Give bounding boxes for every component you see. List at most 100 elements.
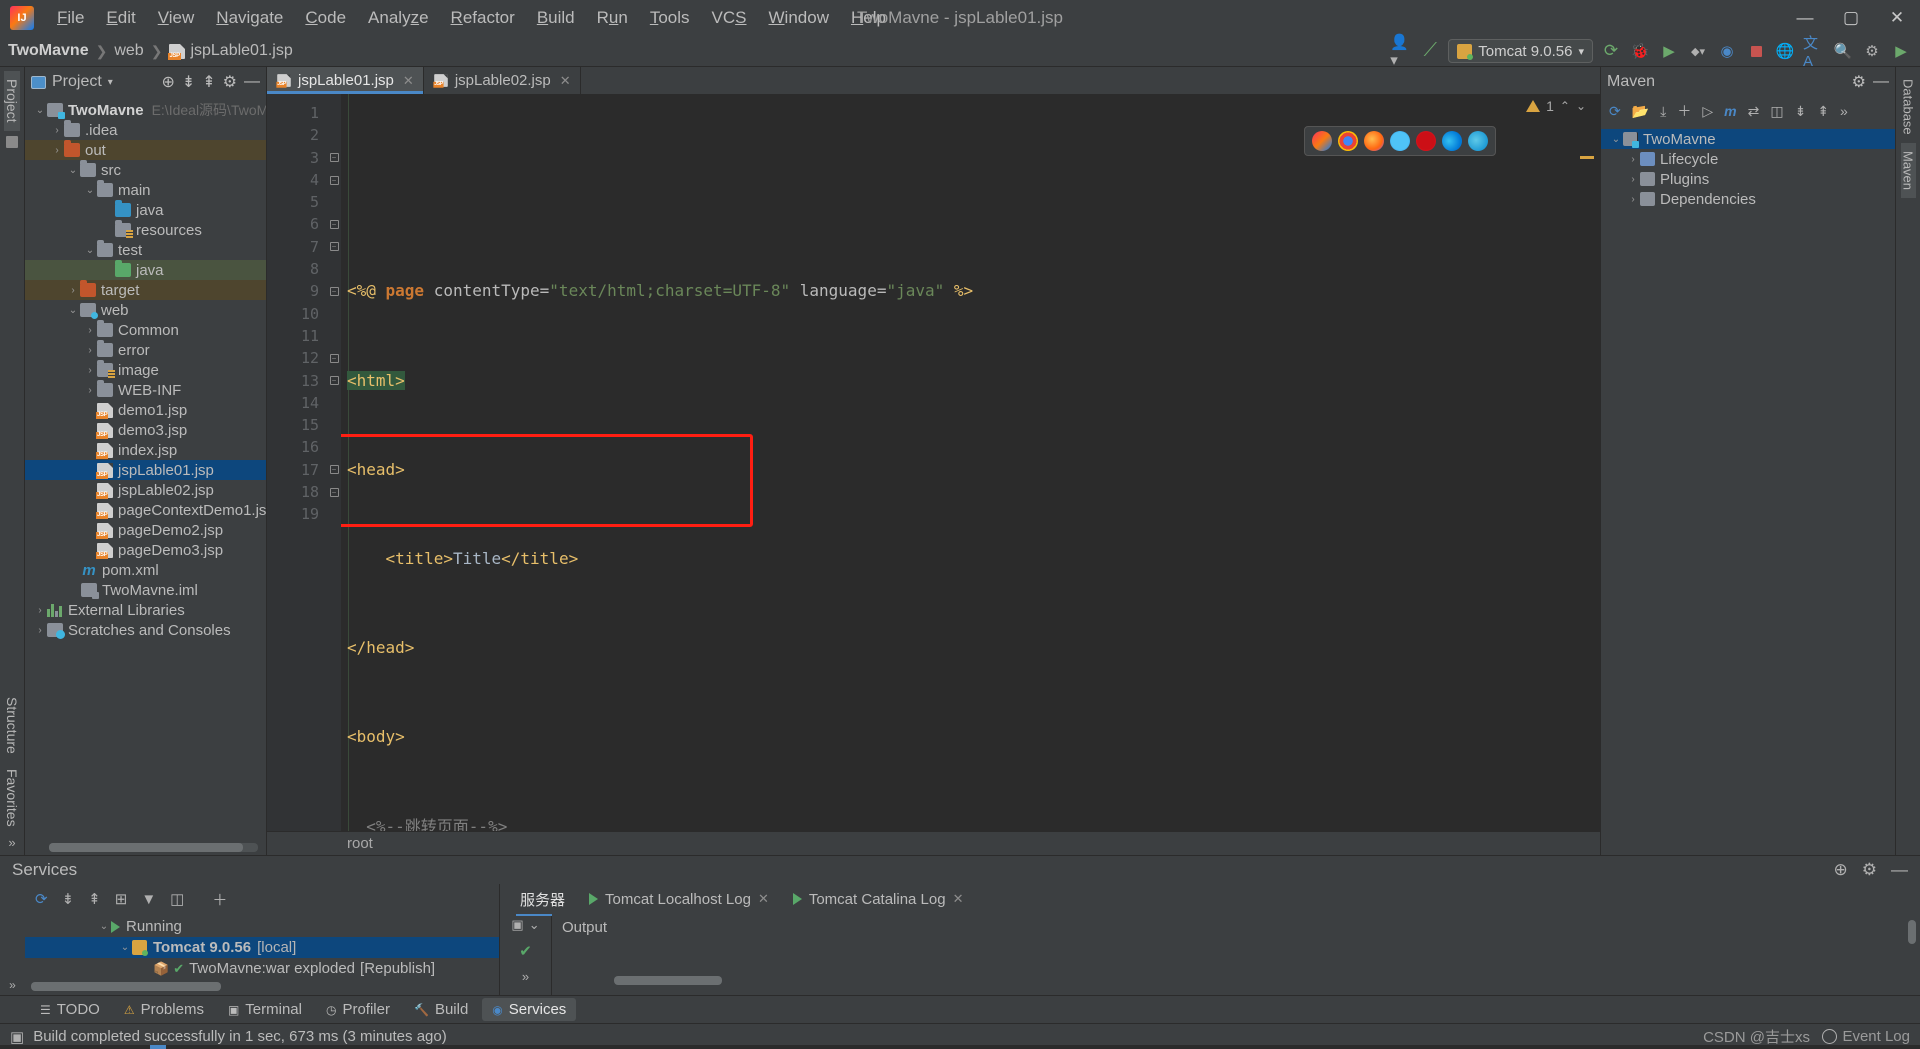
fold-marker[interactable]: −	[327, 169, 341, 191]
generate-sources-icon[interactable]: 📂	[1632, 103, 1649, 120]
update-project-icon[interactable]: ⟋	[1419, 40, 1441, 62]
maximize-button[interactable]: ▢	[1828, 0, 1874, 36]
chevron-right-icon[interactable]: ›	[1626, 194, 1640, 205]
minimize-button[interactable]: —	[1782, 0, 1828, 36]
code-content[interactable]: <%@ page contentType="text/html;charset=…	[341, 94, 1600, 831]
tree-node-error[interactable]: › error	[25, 340, 266, 360]
close-icon[interactable]: ✕	[403, 73, 414, 89]
more-actions-icon[interactable]: »	[1840, 103, 1848, 119]
services-node-running[interactable]: ⌄ Running	[25, 916, 499, 937]
fold-marker[interactable]: −	[327, 481, 341, 503]
settings-gear-icon[interactable]: ⚙	[1861, 40, 1883, 62]
tool-tab-problems[interactable]: ⚠ Problems	[114, 998, 214, 1021]
translate-icon[interactable]: 文A	[1803, 35, 1825, 70]
tree-node-web-inf[interactable]: › WEB-INF	[25, 380, 266, 400]
run-with-coverage-icon[interactable]: ▶	[1658, 40, 1680, 62]
services-tree[interactable]: ⌄ Running ⌄ Tomcat 9.0.56 [local] 📦 ✔ Tw…	[25, 914, 499, 982]
inspections-widget-icon[interactable]: ⌃	[1560, 99, 1570, 113]
expand-all-icon[interactable]: ⇟	[182, 72, 195, 92]
maven-node-dependencies[interactable]: › Dependencies	[1601, 189, 1895, 209]
project-panel-title[interactable]: Project ▾	[31, 73, 113, 91]
menu-file[interactable]: File	[46, 4, 95, 32]
tree-node-test[interactable]: ⌄ test	[25, 240, 266, 260]
hide-panel-icon[interactable]: —	[244, 73, 260, 91]
chevron-right-icon[interactable]: ›	[83, 365, 97, 376]
scrollbar-warning-stripe[interactable]	[1580, 156, 1594, 159]
edge-browser-icon[interactable]	[1442, 131, 1462, 151]
chevron-down-icon[interactable]: ⌄	[83, 245, 97, 256]
tab-jsplable02[interactable]: jspLable02.jsp ✕	[424, 67, 581, 94]
tree-node-demo1-jsp[interactable]: demo1.jsp	[25, 400, 266, 420]
expand-all-icon[interactable]: ⇟	[62, 890, 75, 908]
rerun-icon[interactable]: ⟳	[1600, 40, 1622, 62]
project-tree[interactable]: ⌄ TwoMavne E:\Ideal源码\TwoMav › .idea › o…	[25, 97, 266, 843]
filter-icon[interactable]: ▼	[141, 891, 156, 908]
rail-structure-square-icon[interactable]	[6, 135, 18, 148]
collapse-all-icon[interactable]: ⇞	[88, 890, 101, 908]
services-settings-gear-icon[interactable]: ⚙	[1862, 860, 1877, 880]
rail-structure-tab[interactable]: Structure	[4, 689, 20, 762]
rail-project-tab[interactable]: Project	[4, 71, 20, 131]
attach-process-icon[interactable]: ◉	[1716, 40, 1738, 62]
tool-tab-terminal[interactable]: ▣ Terminal	[218, 998, 312, 1021]
fold-marker[interactable]: −	[327, 347, 341, 369]
deployment-dropdown[interactable]: ▣ ⌄	[511, 917, 539, 933]
breadcrumb-file[interactable]: jspLable01.jsp	[190, 42, 292, 60]
chevron-right-icon[interactable]: ›	[50, 125, 64, 136]
tree-node-target[interactable]: › target	[25, 280, 266, 300]
chrome-browser-icon[interactable]	[1338, 131, 1358, 151]
tool-tab-build[interactable]: 🔨 Build	[404, 998, 478, 1021]
chevron-right-icon[interactable]: ›	[1626, 154, 1640, 165]
chevron-right-icon[interactable]: ›	[83, 385, 97, 396]
maven-settings-gear-icon[interactable]: ⚙	[1852, 72, 1866, 92]
tree-node-scratches-consoles[interactable]: › Scratches and Consoles	[25, 620, 266, 640]
tree-node-external-libraries[interactable]: › External Libraries	[25, 600, 266, 620]
tree-node-jsplable02-jsp[interactable]: jspLable02.jsp	[25, 480, 266, 500]
debug-icon[interactable]: 🐞	[1629, 40, 1651, 62]
chevron-down-icon[interactable]: ⌄	[1609, 134, 1623, 145]
tree-node-resources[interactable]: resources	[25, 220, 266, 240]
add-service-icon[interactable]: ＋	[212, 889, 227, 910]
fold-marker[interactable]: −	[327, 236, 341, 258]
breadcrumb-project[interactable]: TwoMavne	[8, 42, 89, 60]
close-button[interactable]: ✕	[1874, 0, 1920, 36]
collapse-all-icon[interactable]: ⇞	[1817, 103, 1829, 120]
tree-node-demo3-jsp[interactable]: demo3.jsp	[25, 420, 266, 440]
services-node-war-exploded[interactable]: 📦 ✔ TwoMavne:war exploded [Republish]	[25, 958, 499, 979]
tree-node-web[interactable]: ⌄ web	[25, 300, 266, 320]
rail-database-tab[interactable]: Database	[1901, 71, 1916, 143]
safari-browser-icon[interactable]	[1390, 131, 1410, 151]
rerun-service-icon[interactable]: ⟳	[35, 890, 48, 908]
collapse-all-icon[interactable]: ⇞	[202, 72, 215, 92]
tree-node-src[interactable]: ⌄ src	[25, 160, 266, 180]
toggle-offline-icon[interactable]: ⇄	[1748, 103, 1760, 120]
services-tab-catalina-log[interactable]: Tomcat Catalina Log ✕	[781, 888, 976, 911]
tree-node-pagedemo2-jsp[interactable]: pageDemo2.jsp	[25, 520, 266, 540]
maven-node-plugins[interactable]: › Plugins	[1601, 169, 1895, 189]
group-by-icon[interactable]: ⊞	[115, 890, 128, 908]
menu-view[interactable]: View	[147, 4, 206, 32]
hide-panel-icon[interactable]: —	[1873, 73, 1889, 91]
stop-icon[interactable]	[1745, 40, 1767, 62]
rail-favorites-tab[interactable]: Favorites	[4, 761, 20, 835]
intellij-browser-icon[interactable]	[1312, 131, 1332, 151]
project-settings-gear-icon[interactable]: ⚙	[223, 72, 237, 92]
menu-refactor[interactable]: Refactor	[440, 4, 526, 32]
chevron-down-icon[interactable]: ⌄	[97, 921, 111, 932]
tree-node-main[interactable]: ⌄ main	[25, 180, 266, 200]
services-tab-localhost-log[interactable]: Tomcat Localhost Log ✕	[577, 888, 781, 911]
chevron-down-icon[interactable]: ⌄	[83, 185, 97, 196]
chevron-right-icon[interactable]: ›	[83, 345, 97, 356]
chevron-right-icon[interactable]: ›	[1626, 174, 1640, 185]
project-horizontal-scrollbar[interactable]	[49, 843, 258, 852]
tree-node-index-jsp[interactable]: index.jsp	[25, 440, 266, 460]
rail-maven-tab[interactable]: Maven	[1900, 142, 1916, 198]
tree-node-pagedemo3-jsp[interactable]: pageDemo3.jsp	[25, 540, 266, 560]
expand-all-icon[interactable]: ⇟	[1795, 103, 1807, 120]
search-everywhere-globe-icon[interactable]: 🌐	[1774, 40, 1796, 62]
output-vertical-scrollbar[interactable]	[1908, 920, 1916, 989]
services-horizontal-scrollbar[interactable]	[31, 982, 221, 991]
menu-analyze[interactable]: Analyze	[357, 4, 440, 32]
menu-run[interactable]: Run	[586, 4, 639, 32]
chevron-down-icon[interactable]: ⌄	[33, 105, 47, 116]
